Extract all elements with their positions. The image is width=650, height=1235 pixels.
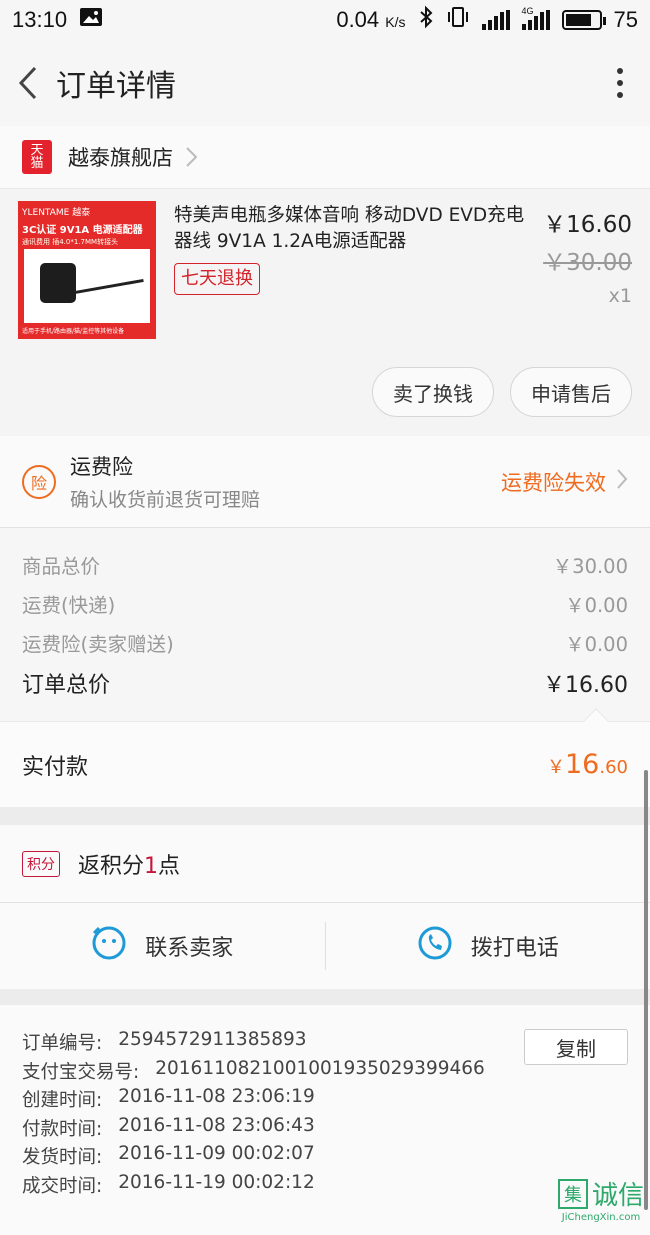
completed-time-row: 成交时间:2016-11-19 00:02:12	[22, 1172, 628, 1201]
cost-row: 运费险(卖家赠送)￥0.00	[22, 628, 628, 667]
back-arrow-icon[interactable]	[10, 60, 46, 106]
created-time-row: 创建时间:2016-11-08 23:06:19	[22, 1086, 628, 1115]
price-current: ￥16.60	[543, 205, 632, 239]
paid-time-row: 付款时间:2016-11-08 23:06:43	[22, 1115, 628, 1144]
chevron-right-icon	[616, 468, 628, 495]
after-sales-button[interactable]: 申请售后	[510, 367, 632, 417]
insurance-icon: 险	[22, 465, 56, 499]
call-phone-button[interactable]: 拨打电话	[326, 925, 650, 967]
vibrate-icon	[446, 6, 470, 34]
cost-breakdown: 商品总价￥30.00 运费(快递)￥0.00 运费险(卖家赠送)￥0.00 订单…	[0, 528, 650, 721]
more-options-icon[interactable]	[600, 60, 640, 106]
insurance-subtitle: 确认收货前退货可理赔	[70, 485, 260, 512]
scrollbar[interactable]	[644, 770, 648, 1210]
tmall-badge: 天猫	[22, 140, 52, 174]
shop-name[interactable]: 越泰旗舰店	[68, 142, 173, 172]
image-notification-icon	[79, 7, 103, 33]
price-original: ￥30.00	[543, 243, 632, 277]
product-actions: 卖了换钱 申请售后	[372, 367, 632, 417]
page-title: 订单详情	[56, 61, 176, 105]
copy-button[interactable]: 复制	[524, 1029, 628, 1065]
signal-icon	[482, 10, 510, 30]
signal-4g-icon: 4G	[522, 10, 550, 30]
insurance-title: 运费险	[70, 451, 260, 481]
nav-bar: 订单详情	[0, 40, 650, 126]
return-policy-badge: 七天退换	[174, 263, 260, 295]
points-text: 返积分1点	[78, 848, 180, 880]
shipping-insurance[interactable]: 险 运费险 确认收货前退货可理赔 运费险失效	[0, 436, 650, 528]
order-info: 复制 订单编号:2594572911385893 支付宝交易号:20161108…	[0, 1005, 650, 1235]
actual-payment-row: 实付款 ￥16.60	[0, 721, 650, 807]
shop-header[interactable]: 天猫 越泰旗舰店	[0, 126, 650, 188]
battery-icon	[562, 10, 602, 30]
insurance-status[interactable]: 运费险失效	[501, 467, 628, 497]
bluetooth-icon	[418, 5, 434, 35]
quantity: x1	[543, 285, 632, 307]
order-total-row: 订单总价￥16.60	[22, 667, 628, 706]
product-title[interactable]: 特美声电瓶多媒体音响 移动DVD EVD充电器线 9V1A 1.2A电源适配器 …	[174, 203, 534, 295]
battery-level: 75	[614, 7, 638, 33]
product-card[interactable]: YLENTAME 越泰 3C认证 9V1A 电源适配器 通讯费用 插4.0*1.…	[0, 188, 650, 436]
resell-button[interactable]: 卖了换钱	[372, 367, 494, 417]
network-speed: 0.04 K/s	[336, 7, 405, 33]
payment-amount: ￥16.60	[547, 749, 628, 780]
contact-seller-button[interactable]: 联系卖家	[0, 925, 325, 967]
watermark: 集 诚信 JiChengXin.com	[558, 1175, 644, 1223]
shipped-time-row: 发货时间:2016-11-09 00:02:07	[22, 1143, 628, 1172]
contact-bar: 联系卖家 拨打电话	[0, 903, 650, 989]
points-badge: 积分	[22, 851, 60, 877]
cost-row: 运费(快递)￥0.00	[22, 589, 628, 628]
cost-row: 商品总价￥30.00	[22, 550, 628, 589]
status-bar: 13:10 0.04 K/s 4G 75	[0, 0, 650, 40]
payment-label: 实付款	[22, 749, 88, 781]
chat-bubble-icon	[91, 925, 127, 967]
chevron-right-icon	[185, 145, 199, 169]
points-row: 积分 返积分1点	[0, 825, 650, 903]
phone-icon	[417, 925, 453, 967]
product-image[interactable]: YLENTAME 越泰 3C认证 9V1A 电源适配器 通讯费用 插4.0*1.…	[18, 201, 156, 339]
status-time: 13:10	[12, 7, 67, 33]
price-column: ￥16.60 ￥30.00 x1	[543, 205, 632, 307]
